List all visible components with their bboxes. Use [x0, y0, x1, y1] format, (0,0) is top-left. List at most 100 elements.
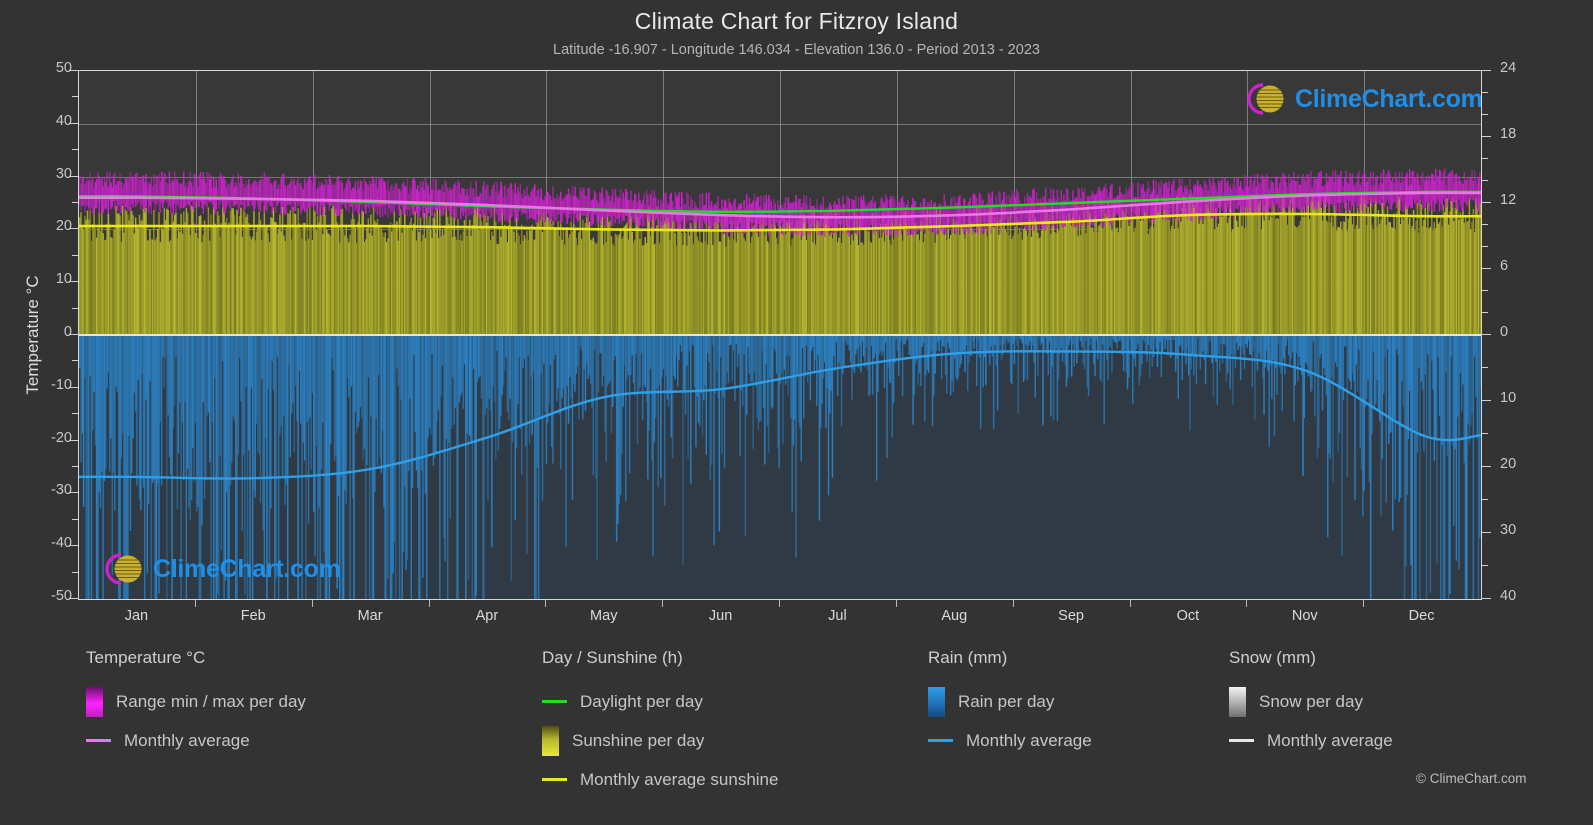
legend-item-label: Rain per day [958, 691, 1055, 711]
legend-column: Rain (mm) Rain per day Monthly average [928, 648, 1092, 760]
legend-swatch-line [542, 778, 567, 781]
y-axis-tick-label: 40 [55, 112, 72, 129]
legend-swatch-box [86, 686, 103, 717]
y-axis-tick-label-rain: 30 [1500, 522, 1517, 538]
legend-item-label: Monthly average sunshine [580, 769, 779, 789]
y-axis-minor-tick [1482, 158, 1488, 159]
y-axis-tick-label: 20 [55, 218, 72, 235]
x-axis-tick-label: Sep [1058, 608, 1084, 624]
legend-item[interactable]: Range min / max per day [86, 682, 306, 721]
legend-item-label: Monthly average [966, 730, 1092, 750]
x-axis-tick-mark [1246, 600, 1248, 607]
copyright-text: © ClimeChart.com [1416, 771, 1527, 786]
x-axis-tick-label: Dec [1408, 608, 1435, 624]
y-axis-tick-label-day: 6 [1500, 258, 1509, 274]
page-title: Climate Chart for Fitzroy Island [634, 8, 959, 34]
legend-item-label: Sunshine per day [572, 730, 705, 750]
legend-item[interactable]: Monthly average [1229, 721, 1393, 760]
y-axis-tick-label-day: 0 [1500, 324, 1509, 340]
legend-item-label: Monthly average [1267, 730, 1393, 750]
y-axis-tick-mark [69, 492, 78, 494]
y-axis-tick-label: -10 [51, 376, 72, 393]
y-axis-tick-mark [1482, 268, 1491, 269]
legend-swatch-box [542, 725, 559, 756]
x-axis-tick-mark [1012, 600, 1014, 607]
y-axis-tick-mark [69, 281, 78, 283]
x-axis-tick-mark [1363, 600, 1365, 607]
y-axis-tick-label: 30 [55, 165, 72, 182]
legend-item[interactable]: Sunshine per day [542, 721, 778, 760]
x-axis-tick-mark [428, 600, 430, 607]
x-axis-tick-mark [311, 600, 313, 607]
y-axis-tick-mark [1482, 70, 1491, 71]
y-axis-tick-label: 10 [55, 271, 72, 288]
legend-swatch-line [86, 739, 111, 742]
legend-item-label: Snow per day [1259, 691, 1363, 711]
legend-swatch-line [542, 700, 567, 703]
legend-swatch-box [1229, 686, 1246, 717]
x-axis-tick-label: Mar [357, 608, 383, 624]
legend-item[interactable]: Monthly average [928, 721, 1092, 760]
x-axis-tick-label: May [590, 608, 618, 624]
legend-item-label: Daylight per day [580, 691, 703, 711]
x-axis-tick-label: Nov [1291, 608, 1318, 624]
legend-item[interactable]: Daylight per day [542, 682, 778, 721]
y-axis-tick-label-rain: 20 [1500, 456, 1517, 472]
legend-item-label: Monthly average [124, 730, 250, 750]
y-axis-minor-tick [1482, 246, 1488, 247]
y-axis-tick-mark [69, 334, 78, 335]
y-axis-minor-tick [1482, 224, 1488, 225]
x-axis-tick-mark [662, 600, 664, 607]
page-subtitle: Latitude -16.907 - Longitude 146.034 - E… [553, 42, 1040, 58]
legend-item[interactable]: Rain per day [928, 682, 1092, 721]
legend-column-title: Temperature °C [86, 648, 206, 667]
climate-chart-page: Climate Chart for Fitzroy Island Latitud… [0, 0, 1593, 825]
y-axis-tick-label-day: 18 [1500, 126, 1517, 142]
legend-column-title: Rain (mm) [928, 648, 1008, 667]
x-axis-tick-mark [194, 600, 196, 607]
y-axis-tick-mark [1482, 334, 1491, 335]
y-axis-tick-mark [1482, 532, 1491, 533]
legend-column-title: Day / Sunshine (h) [542, 648, 683, 667]
y-axis-minor-tick [1482, 433, 1488, 434]
y-axis-tick-mark [1482, 598, 1491, 599]
chart-plot-area: ClimeChart.com ClimeChart.com [78, 70, 1482, 600]
watermark-logo-bottom: ClimeChart.com [91, 549, 341, 589]
watermark-logo-top: ClimeChart.com [1233, 79, 1481, 119]
y-axis-tick-label: -40 [51, 535, 72, 552]
y-axis-minor-tick [1482, 565, 1488, 566]
y-axis-tick-mark [1482, 136, 1491, 137]
legend-swatch-box [928, 686, 945, 717]
y-axis-tick-mark [69, 122, 78, 124]
legend-item[interactable]: Monthly average [86, 721, 306, 760]
y-axis-tick-label-day: 24 [1500, 60, 1517, 76]
x-axis-tick-label: Aug [941, 608, 968, 624]
y-axis-tick-label: -20 [51, 429, 72, 446]
y-axis-tick-label-day: 12 [1500, 192, 1517, 208]
y-axis-tick-mark [1482, 202, 1491, 203]
x-axis-tick-label: Oct [1176, 608, 1200, 624]
watermark-logo-text: ClimeChart.com [153, 554, 341, 583]
legend-column: Day / Sunshine (h) Daylight per day Sunshi… [542, 648, 778, 799]
y-axis-tick-label-rain: 10 [1500, 390, 1517, 406]
y-axis-tick-mark [1482, 466, 1491, 467]
legend-swatch-line [928, 739, 953, 742]
legend-item[interactable]: Snow per day [1229, 682, 1393, 721]
legend-item-label: Range min / max per day [116, 691, 306, 711]
x-axis-tick-mark [1129, 600, 1131, 607]
y-axis-tick-label: -30 [51, 482, 72, 499]
y-axis-minor-tick [1482, 290, 1488, 291]
x-axis-tick-mark [779, 600, 780, 607]
y-axis-minor-tick [1482, 367, 1488, 368]
x-axis-tick-label: Apr [475, 608, 499, 624]
y-axis-minor-tick [1482, 499, 1488, 500]
y-axis-tick-label: 0 [63, 324, 72, 340]
y-axis-tick-label: -50 [51, 588, 72, 604]
climechart-logo-icon [105, 553, 142, 585]
y-axis-tick-mark [69, 175, 78, 177]
legend-item[interactable]: Monthly average sunshine [542, 760, 778, 799]
x-axis-tick-label: Jan [124, 608, 149, 624]
y-axis-tick-mark [69, 545, 78, 547]
y-axis-minor-tick [1482, 180, 1488, 181]
legend-column: Snow (mm) Snow per day Monthly average [1229, 648, 1393, 760]
